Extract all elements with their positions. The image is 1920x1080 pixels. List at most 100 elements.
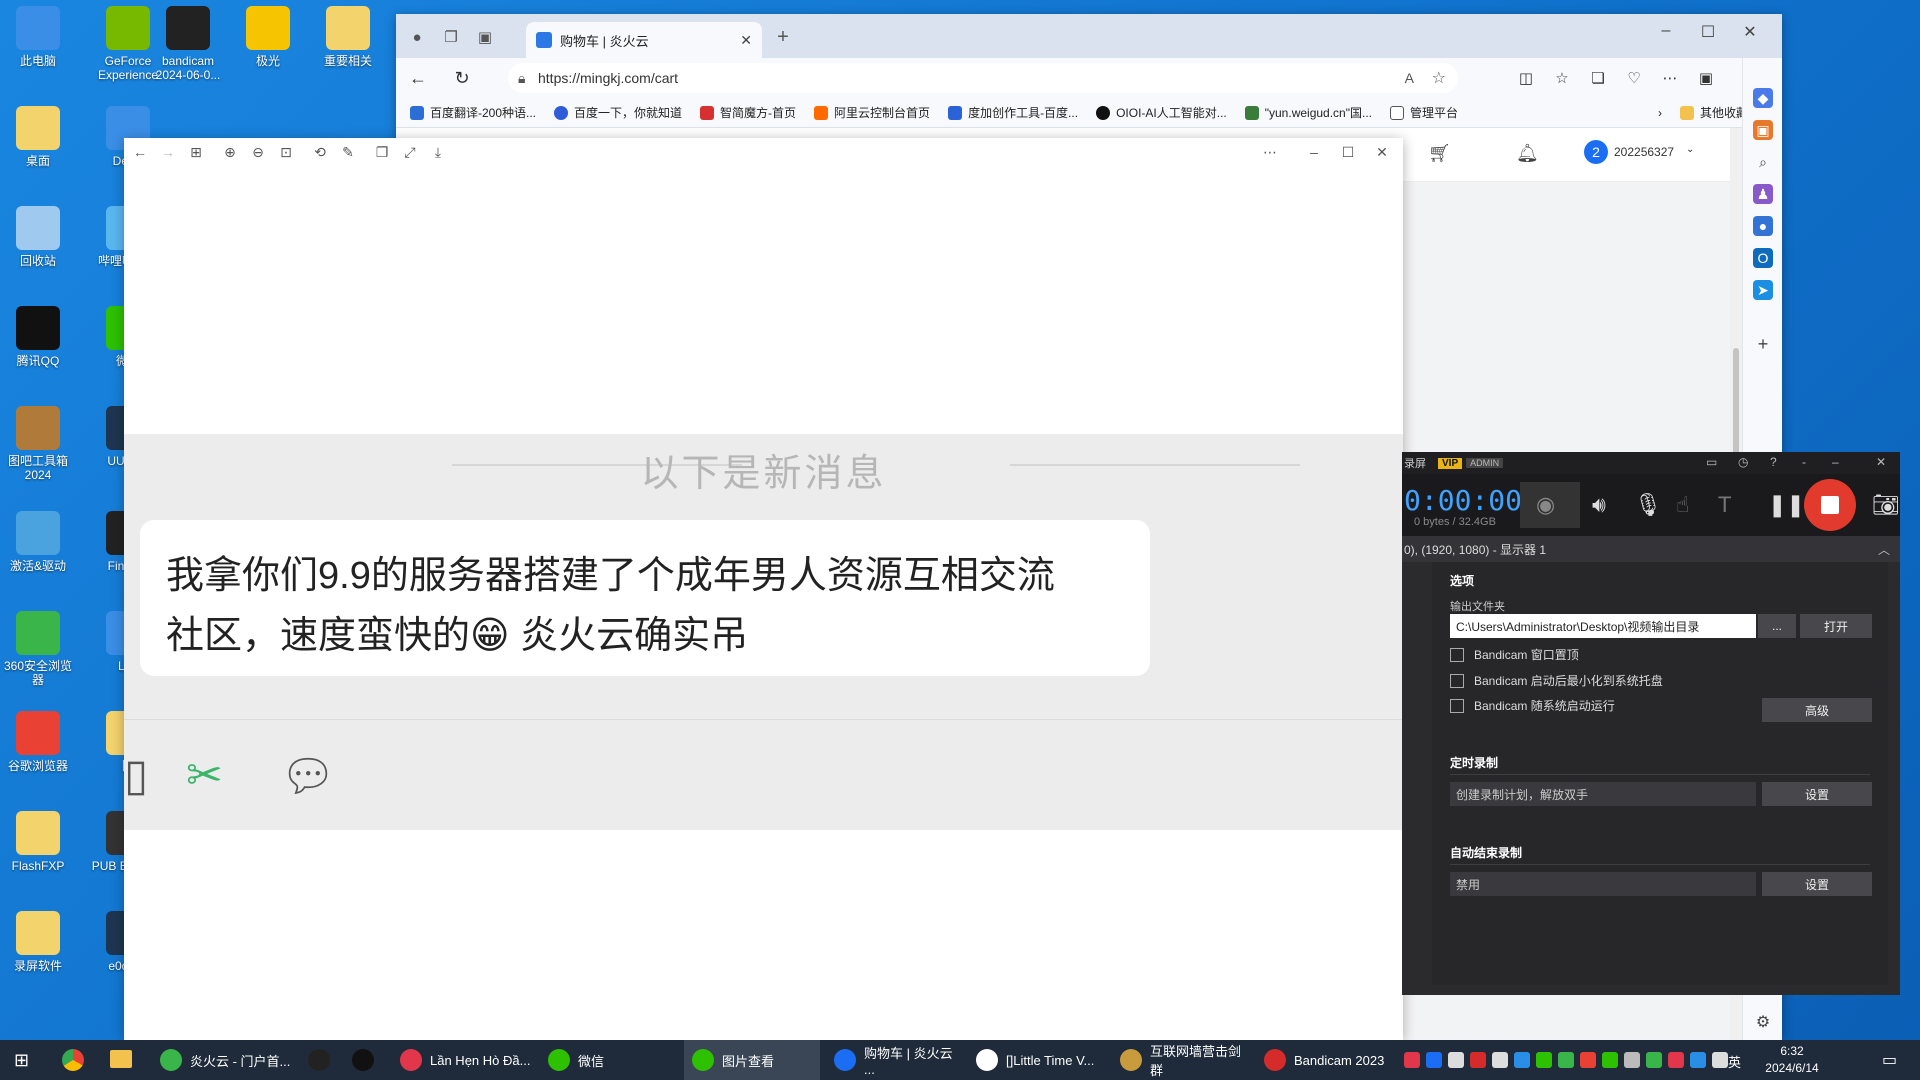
bookmark-item[interactable]: OIOI-AI人工智能对... — [1096, 104, 1227, 121]
desktop-icon[interactable]: 重要相关 — [308, 6, 388, 68]
tray-icon[interactable] — [1624, 1052, 1640, 1068]
more-menu-icon[interactable]: ⋯ — [1658, 66, 1682, 90]
desktop-icon[interactable]: 图吧工具箱2024 — [0, 406, 78, 482]
tray-icon[interactable] — [1602, 1052, 1618, 1068]
bookmark-item[interactable]: 百度一下，你就知道 — [554, 104, 682, 121]
more-icon[interactable]: ⋯ — [1260, 142, 1280, 162]
favorite-star-icon[interactable]: ☆ — [1432, 68, 1446, 88]
chevron-down-icon[interactable]: ⌄ — [1686, 144, 1694, 155]
desktop-icon[interactable]: 腾讯QQ — [0, 306, 78, 368]
taskbar-app[interactable] — [344, 1040, 380, 1080]
tray-icon[interactable] — [1514, 1052, 1530, 1068]
desktop-icon[interactable]: 极光 — [228, 6, 308, 68]
close-window-icon[interactable]: ✕ — [1730, 22, 1770, 42]
bookmark-item[interactable]: 管理平台 — [1390, 104, 1458, 121]
tray-icon[interactable] — [1470, 1052, 1486, 1068]
back-icon[interactable]: ← — [406, 66, 430, 90]
close-icon[interactable]: ✕ — [1876, 455, 1886, 469]
cart-icon[interactable]: 🛒︎ — [1428, 143, 1451, 164]
split-screen-icon[interactable]: ◫ — [1514, 66, 1538, 90]
advanced-button[interactable]: 高级 — [1762, 698, 1872, 722]
minimize-icon[interactable]: – — [1646, 22, 1686, 40]
taskbar-app[interactable]: 互联网墙营击剑群 — [1112, 1040, 1246, 1080]
taskbar-app[interactable]: []Little Time V... — [968, 1040, 1100, 1080]
file-explorer-icon[interactable] — [110, 1050, 132, 1068]
maximize-icon[interactable]: ☐ — [1688, 22, 1728, 42]
taskbar-app[interactable] — [300, 1040, 336, 1080]
camera-icon[interactable]: 📷︎ — [1872, 492, 1900, 518]
output-folder-field[interactable]: C:\Users\Administrator\Desktop\视频输出目录 — [1450, 614, 1756, 638]
bookmark-item[interactable]: 百度翻译-200种语... — [410, 104, 536, 121]
desktop-icon[interactable]: 激活&驱动 — [0, 511, 78, 573]
bell-icon[interactable]: 🔔︎ — [1516, 143, 1539, 164]
search-icon[interactable]: ⌕ — [1753, 152, 1773, 172]
tray-icon[interactable] — [1690, 1052, 1706, 1068]
help-icon[interactable]: ? — [1770, 455, 1777, 469]
add-sidebar-icon[interactable]: + — [1753, 334, 1773, 354]
stop-button[interactable] — [1804, 479, 1856, 531]
taskbar-app[interactable]: 图片查看 — [684, 1040, 820, 1080]
rotate-icon[interactable]: ⟲ — [310, 142, 330, 162]
workspaces-icon[interactable]: ❐ — [440, 26, 462, 48]
bookmark-item[interactable]: 阿里云控制台首页 — [814, 104, 930, 121]
bookmarks-overflow-icon[interactable]: › — [1658, 106, 1662, 120]
scrollbar-thumb[interactable] — [1733, 348, 1739, 458]
desktop-icon[interactable]: 回收站 — [0, 206, 78, 268]
collapse-icon[interactable]: - — [1802, 455, 1806, 469]
back-icon[interactable]: ← — [130, 142, 150, 162]
user-id[interactable]: 202256327 — [1614, 145, 1674, 159]
tray-icon[interactable] — [1404, 1052, 1420, 1068]
speaker-icon[interactable]: 🔊︎ — [1592, 492, 1606, 518]
bookmark-item[interactable]: 度加创作工具-百度... — [948, 104, 1078, 121]
clock-icon[interactable]: ◷ — [1738, 455, 1748, 469]
read-aloud-icon[interactable]: A — [1405, 70, 1414, 86]
microphone-icon[interactable]: 🎙︎ — [1634, 492, 1662, 518]
desktop-icon[interactable]: 此电脑 — [0, 6, 78, 68]
bookmark-item[interactable]: "yun.weigud.cn"国... — [1244, 104, 1372, 121]
zoom-out-icon[interactable]: ⊖ — [248, 142, 268, 162]
desktop-icon[interactable]: bandicam 2024-06-0... — [148, 6, 228, 82]
tab-cart[interactable]: 购物车 | 炎火云 ✕ — [526, 22, 762, 58]
office-icon[interactable]: ● — [1753, 216, 1773, 236]
shopping-icon[interactable]: ▣ — [1753, 120, 1773, 140]
taskbar-app[interactable]: 炎火云 - 门户首... — [152, 1040, 302, 1080]
sidebar-toggle-icon[interactable]: ▣ — [1694, 66, 1718, 90]
tray-icon[interactable] — [1536, 1052, 1552, 1068]
close-tab-icon[interactable]: ✕ — [740, 32, 752, 49]
outlook-icon[interactable]: O — [1753, 248, 1773, 268]
desktop-icon[interactable]: FlashFXP — [0, 811, 78, 873]
chrome-icon[interactable] — [62, 1049, 84, 1071]
notification-icon[interactable]: ▭ — [1882, 1050, 1897, 1070]
folder-icon[interactable]: ▭ — [1706, 455, 1717, 469]
chevron-up-icon[interactable]: ︿ — [1878, 541, 1890, 558]
windows-start-icon[interactable]: ⊞ — [14, 1050, 29, 1071]
refresh-icon[interactable]: ↻ — [450, 66, 474, 90]
profile-icon[interactable]: ● — [406, 26, 428, 48]
games-icon[interactable]: ♟ — [1753, 184, 1773, 204]
desktop-icon[interactable]: 桌面 — [0, 106, 78, 168]
topmost-checkbox[interactable]: Bandicam 窗口置顶 — [1450, 646, 1579, 663]
download-icon[interactable]: ⤓ — [428, 142, 448, 162]
desktop-icon[interactable]: 谷歌浏览器 — [0, 711, 78, 773]
tray-icon[interactable] — [1492, 1052, 1508, 1068]
favorites-icon[interactable]: ☆ — [1550, 66, 1574, 90]
desktop-icon[interactable]: 录屏软件 — [0, 911, 78, 973]
copilot-icon[interactable]: ◆ — [1753, 88, 1773, 108]
browse-button[interactable]: ... — [1758, 614, 1796, 638]
url-field[interactable]: 🔒︎ https://mingkj.com/cart A ☆ — [508, 63, 1458, 93]
copy-icon[interactable]: ❐ — [372, 142, 392, 162]
user-avatar[interactable]: 2 — [1584, 140, 1608, 164]
tray-icon[interactable] — [1448, 1052, 1464, 1068]
edit-icon[interactable]: ✎ — [338, 142, 358, 162]
fullscreen-icon[interactable]: ⤢ — [400, 142, 420, 162]
text-icon[interactable]: T — [1718, 492, 1731, 518]
tray-icon[interactable] — [1646, 1052, 1662, 1068]
recording-target[interactable]: 0), (1920, 1080) - 显示器 1 ︿ — [1402, 536, 1900, 562]
tray-icon[interactable] — [1558, 1052, 1574, 1068]
system-clock[interactable]: 6:32 2024/6/14 — [1754, 1043, 1830, 1077]
tab-actions-icon[interactable]: ▣ — [474, 26, 496, 48]
actual-size-icon[interactable]: ⊡ — [276, 142, 296, 162]
pause-icon[interactable]: ❚❚ — [1768, 492, 1805, 518]
zoom-in-icon[interactable]: ⊕ — [220, 142, 240, 162]
autostart-checkbox[interactable]: Bandicam 随系统启动运行 — [1450, 697, 1615, 714]
